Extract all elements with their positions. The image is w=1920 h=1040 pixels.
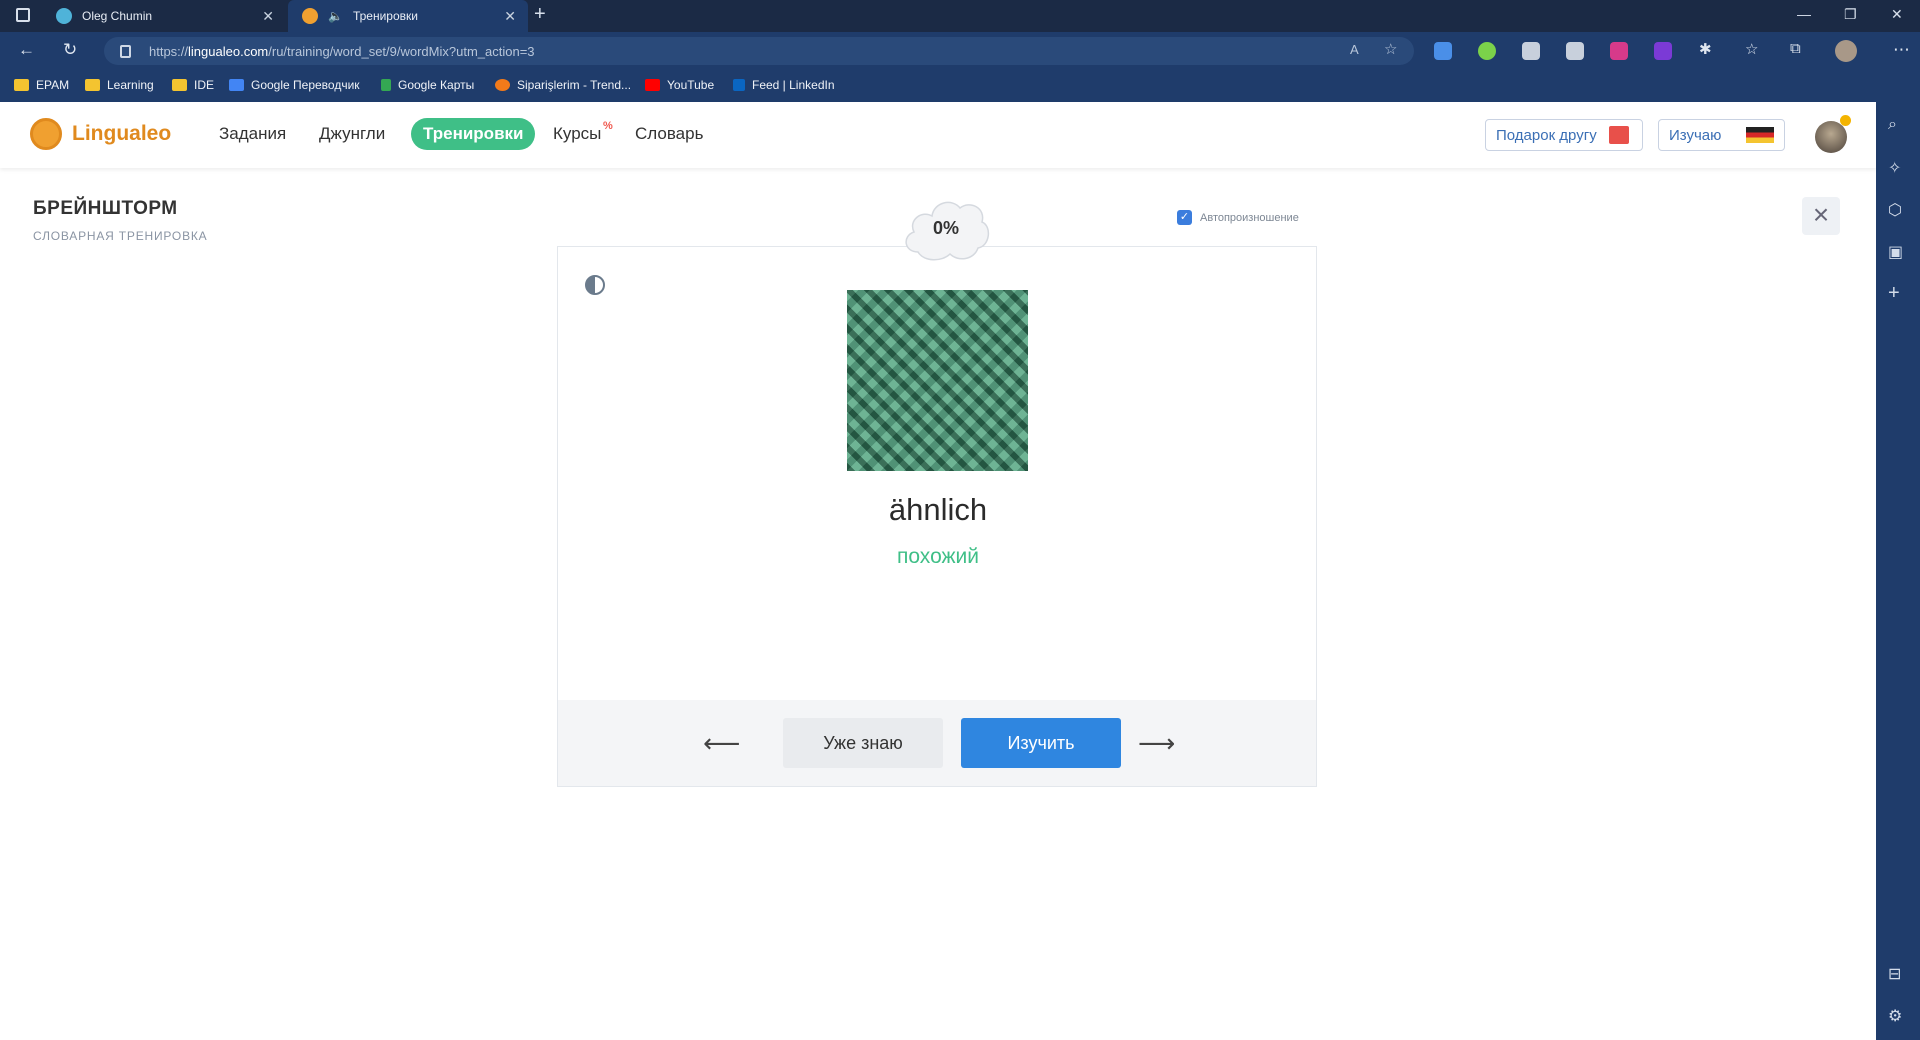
- url-text[interactable]: https://lingualeo.com/ru/training/word_s…: [149, 44, 535, 59]
- page-title: БРЕЙНШТОРМ: [33, 198, 178, 219]
- close-tab-icon[interactable]: ✕: [262, 8, 274, 25]
- german-flag-icon: [1746, 127, 1774, 143]
- gift-friend-button[interactable]: Подарок другу: [1485, 119, 1643, 151]
- add-favorite-icon[interactable]: ☆: [1384, 40, 1397, 58]
- profile-avatar[interactable]: [1835, 40, 1857, 62]
- menu-item-jungle[interactable]: Джунгли: [319, 124, 385, 144]
- next-arrow-icon[interactable]: ⟶: [1138, 728, 1175, 759]
- linkedin-icon: [733, 79, 745, 91]
- outlook-icon[interactable]: ▣: [1888, 242, 1903, 262]
- word-translation: похожий: [896, 545, 980, 568]
- extension-icon[interactable]: [1566, 42, 1584, 60]
- browser-tab-profile[interactable]: Oleg Chumin ✕: [42, 0, 286, 32]
- favorites-icon[interactable]: ☆: [1745, 40, 1758, 58]
- theme-toggle-icon[interactable]: [585, 275, 605, 295]
- tab-label: Тренировки: [352, 9, 418, 23]
- bookmark-epam[interactable]: EPAM: [14, 78, 69, 92]
- translate-extension-icon[interactable]: [1434, 42, 1452, 60]
- extension-icon[interactable]: [1610, 42, 1628, 60]
- user-avatar[interactable]: [1815, 121, 1847, 153]
- more-icon[interactable]: ⋯: [1893, 40, 1910, 60]
- close-icon: ×: [1812, 199, 1830, 230]
- autoplay-toggle[interactable]: ✓ Автопроизношение: [1177, 210, 1299, 225]
- games-icon[interactable]: ⬡: [1888, 200, 1902, 220]
- folder-icon: [172, 79, 187, 91]
- speaker-icon[interactable]: 🔈: [328, 9, 343, 23]
- bookmark-learning[interactable]: Learning: [85, 78, 154, 92]
- courses-discount-badge: %: [603, 120, 613, 132]
- autoplay-label: Автопроизношение: [1200, 211, 1299, 224]
- site-header: Lingualeo Задания Джунгли Тренировки Кур…: [0, 102, 1876, 168]
- learning-button-label: Изучаю: [1669, 126, 1722, 144]
- minimize-icon[interactable]: —: [1797, 6, 1811, 22]
- google-translate-icon: [229, 79, 244, 91]
- premium-star-icon: [1840, 115, 1851, 126]
- menu-item-dictionary[interactable]: Словарь: [635, 124, 703, 144]
- back-icon[interactable]: ←: [18, 40, 35, 60]
- hide-sidebar-icon[interactable]: ⊟: [1888, 964, 1901, 984]
- autoplay-checkbox[interactable]: ✓: [1177, 210, 1192, 225]
- tab-actions-icon[interactable]: [16, 8, 30, 22]
- folder-icon: [14, 79, 29, 91]
- brand-name: Lingualeo: [72, 122, 172, 145]
- extensions-puzzle-icon[interactable]: ✱: [1699, 40, 1712, 58]
- browser-sidebar: ⌕ ✧ ⬡ ▣ + ⊟ ⚙: [1876, 102, 1920, 1040]
- bookmark-google-maps[interactable]: Google Карты: [381, 78, 474, 92]
- menu-item-tasks[interactable]: Задания: [219, 124, 286, 144]
- word-illustration: [847, 290, 1028, 471]
- lock-icon[interactable]: [120, 44, 131, 58]
- bookmark-trendyol[interactable]: Siparişlerim - Trend...: [495, 78, 631, 92]
- gift-icon: [1608, 126, 1629, 144]
- extension-icon[interactable]: [1654, 42, 1672, 60]
- refresh-icon[interactable]: ↻: [63, 40, 77, 60]
- add-sidebar-app-icon[interactable]: +: [1888, 282, 1900, 305]
- tab-label: Oleg Chumin: [82, 9, 153, 23]
- close-tab-icon[interactable]: ✕: [504, 8, 516, 25]
- collections-icon[interactable]: ⧉: [1790, 40, 1801, 57]
- read-aloud-icon[interactable]: A: [1350, 42, 1359, 57]
- address-bar[interactable]: https://lingualeo.com/ru/training/word_s…: [104, 37, 1414, 65]
- lingualeo-logo[interactable]: Lingualeo: [30, 118, 171, 150]
- bookmark-google-translate[interactable]: Google Переводчик: [229, 78, 360, 92]
- search-icon[interactable]: ⌕: [1888, 116, 1897, 134]
- word-card: ähnlich похожий ⟵ Уже знаю Изучить ⟶: [557, 246, 1317, 787]
- folder-icon: [85, 79, 100, 91]
- browser-tab-trainings[interactable]: 🔈 Тренировки ✕: [288, 0, 528, 32]
- youtube-icon: [645, 79, 660, 91]
- gift-button-label: Подарок другу: [1496, 126, 1597, 144]
- progress-percent: 0%: [932, 218, 959, 238]
- browser-tab-bar: Oleg Chumin ✕ 🔈 Тренировки ✕ + — ❐ ✕: [0, 0, 1920, 32]
- extension-icon[interactable]: [1522, 42, 1540, 60]
- foreign-word: ähnlich: [888, 492, 988, 527]
- copilot-icon[interactable]: ✧: [1888, 158, 1901, 178]
- already-know-button[interactable]: Уже знаю: [783, 718, 943, 768]
- learning-language-button[interactable]: Изучаю: [1658, 119, 1785, 151]
- close-window-icon[interactable]: ✕: [1891, 6, 1903, 23]
- bookmarks-bar: EPAM Learning IDE Google Переводчик Goog…: [0, 70, 1920, 102]
- google-maps-icon: [381, 79, 391, 91]
- green-extension-icon[interactable]: [1478, 42, 1496, 60]
- page-subtitle: СЛОВАРНАЯ ТРЕНИРОВКА: [33, 229, 208, 243]
- new-tab-icon[interactable]: +: [534, 3, 546, 26]
- menu-item-trainings[interactable]: Тренировки: [411, 118, 536, 150]
- close-training-button[interactable]: ×: [1802, 197, 1840, 235]
- lingualeo-favicon-icon: [302, 8, 318, 24]
- bookmark-linkedin[interactable]: Feed | LinkedIn: [733, 78, 835, 92]
- previous-arrow-icon[interactable]: ⟵: [703, 728, 740, 759]
- lion-logo-icon: [30, 118, 62, 150]
- browser-toolbar: ← ↻ https://lingualeo.com/ru/training/wo…: [0, 32, 1920, 70]
- settings-gear-icon[interactable]: ⚙: [1888, 1006, 1902, 1026]
- trendyol-icon: [495, 79, 510, 91]
- menu-item-courses[interactable]: Курсы: [553, 124, 601, 144]
- restore-icon[interactable]: ❐: [1844, 6, 1857, 23]
- bookmark-youtube[interactable]: YouTube: [645, 78, 714, 92]
- profile-favicon-icon: [56, 8, 72, 24]
- learn-button[interactable]: Изучить: [961, 718, 1121, 768]
- card-actions: ⟵ Уже знаю Изучить ⟶: [558, 700, 1316, 786]
- bookmark-ide[interactable]: IDE: [172, 78, 214, 92]
